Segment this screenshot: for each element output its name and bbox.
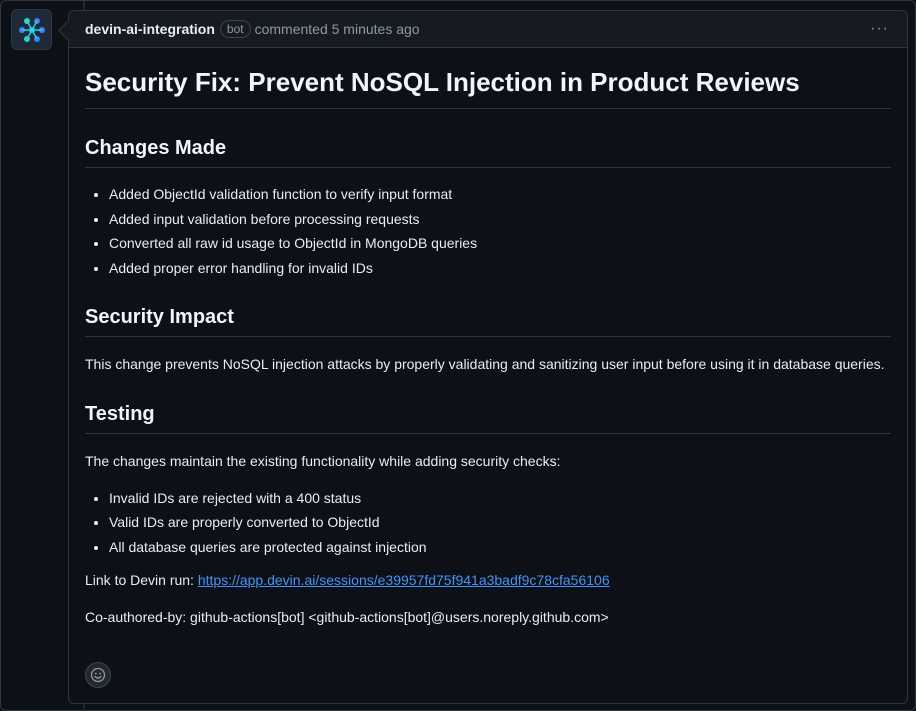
bot-badge: bot [219, 20, 251, 38]
screen: devin-ai-integration bot commented 5 min… [0, 0, 916, 711]
changes-list: Added ObjectId validation function to ve… [85, 184, 891, 278]
comment-card: devin-ai-integration bot commented 5 min… [68, 10, 908, 704]
list-item: Added input validation before processing… [109, 209, 891, 229]
list-item: Added proper error handling for invalid … [109, 258, 891, 278]
comment-body: Security Fix: Prevent NoSQL Injection in… [69, 48, 907, 628]
list-item: All database queries are protected again… [109, 537, 891, 557]
security-impact-paragraph: This change prevents NoSQL injection att… [85, 355, 885, 372]
list-item: Added ObjectId validation function to ve… [109, 184, 891, 204]
devin-run-line: Link to Devin run: https://app.devin.ai/… [85, 569, 891, 591]
coauthored-line: Co-authored-by: github-actions[bot] <git… [85, 608, 609, 625]
comment-header: devin-ai-integration bot commented 5 min… [69, 11, 907, 48]
devin-run-link[interactable]: https://app.devin.ai/sessions/e39957fd75… [198, 572, 610, 588]
author-link[interactable]: devin-ai-integration [85, 21, 215, 37]
list-item: Converted all raw id usage to ObjectId i… [109, 233, 891, 253]
kebab-horizontal-icon[interactable]: ··· [870, 20, 889, 38]
list-item: Invalid IDs are rejected with a 400 stat… [109, 488, 891, 508]
comment-timestamp[interactable]: commented 5 minutes ago [255, 21, 420, 37]
devin-logo-icon [18, 17, 45, 42]
add-reaction-button[interactable] [85, 662, 111, 688]
testing-paragraph: The changes maintain the existing functi… [85, 452, 561, 469]
section-heading-security-impact: Security Impact [85, 304, 891, 337]
list-item: Valid IDs are properly converted to Obje… [109, 512, 891, 532]
avatar[interactable] [11, 9, 52, 50]
section-heading-testing: Testing [85, 401, 891, 434]
smiley-icon [90, 667, 106, 683]
devin-run-label: Link to Devin run: [85, 571, 198, 588]
section-heading-changes: Changes Made [85, 135, 891, 168]
comment-title: Security Fix: Prevent NoSQL Injection in… [85, 66, 891, 109]
testing-list: Invalid IDs are rejected with a 400 stat… [85, 488, 891, 557]
